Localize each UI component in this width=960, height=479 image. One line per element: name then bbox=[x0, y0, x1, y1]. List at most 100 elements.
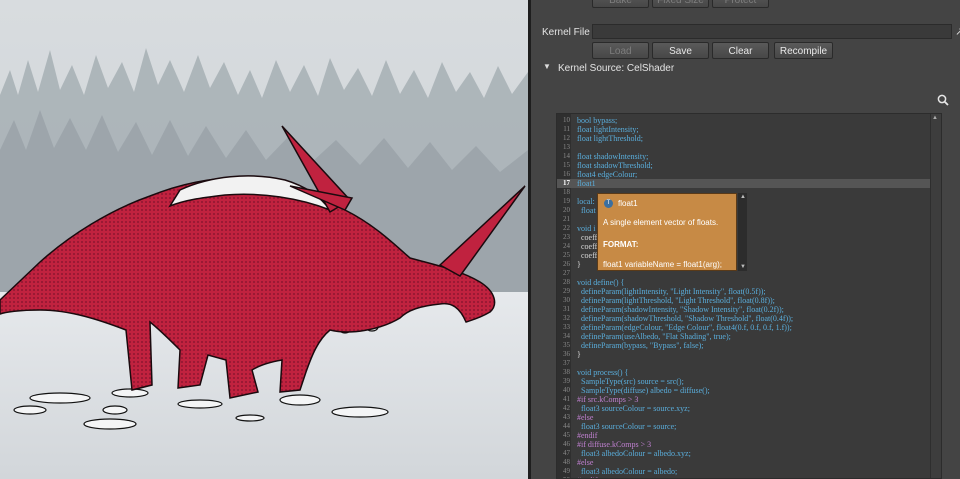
code-text: void define() { bbox=[577, 278, 625, 287]
code-line[interactable]: 34 defineParam(useAlbedo, "Flat Shading"… bbox=[557, 332, 933, 341]
code-text: void i bbox=[577, 224, 596, 233]
render-image bbox=[0, 0, 528, 479]
line-number: 23 bbox=[563, 233, 570, 241]
code-text: float bbox=[577, 206, 596, 215]
code-editor[interactable]: 10 bool bypass; 11 float lightIntensity; 12 f… bbox=[556, 113, 942, 479]
bake-button[interactable]: Bake bbox=[592, 0, 649, 8]
editor-scrollbar[interactable]: ▲ bbox=[930, 114, 941, 478]
code-text: float3 albedoColour = albedo.xyz; bbox=[577, 449, 691, 458]
protect-button[interactable]: Protect bbox=[712, 0, 769, 8]
code-line[interactable]: 16 float4 edgeColour; bbox=[557, 170, 933, 179]
line-number: 49 bbox=[563, 467, 570, 475]
code-line[interactable]: 14 float shadowIntensity; bbox=[557, 152, 933, 161]
code-line[interactable]: 11 float lightIntensity; bbox=[557, 125, 933, 134]
tooltip-scrollbar[interactable]: ▲ ▼ bbox=[738, 193, 747, 271]
line-number: 24 bbox=[563, 242, 570, 250]
line-number: 48 bbox=[563, 458, 570, 466]
save-button[interactable]: Save bbox=[652, 42, 709, 59]
tooltip-scroll-down-icon[interactable]: ▼ bbox=[740, 264, 746, 270]
code-line[interactable]: 37 bbox=[557, 359, 933, 368]
line-number: 40 bbox=[563, 386, 570, 394]
code-text: #if diffuse.kComps > 3 bbox=[577, 440, 652, 449]
line-number: 41 bbox=[563, 395, 570, 403]
kernel-file-input[interactable] bbox=[592, 24, 952, 39]
line-number: 10 bbox=[563, 116, 570, 124]
line-number: 11 bbox=[563, 125, 570, 133]
autocomplete-tooltip: T float1 A single element vector of floa… bbox=[597, 193, 737, 271]
scroll-up-icon[interactable]: ▲ bbox=[932, 115, 938, 121]
code-line[interactable]: 35 defineParam(bypass, "Bypass", false); bbox=[557, 341, 933, 350]
code-line[interactable]: 48 #else bbox=[557, 458, 933, 467]
code-line[interactable]: 32 defineParam(shadowThreshold, "Shadow … bbox=[557, 314, 933, 323]
kernel-source-label: Kernel Source: CelShader bbox=[558, 63, 675, 74]
line-number: 27 bbox=[563, 269, 570, 277]
code-line[interactable]: 49 float3 albedoColour = albedo; bbox=[557, 467, 933, 476]
code-text: local: bbox=[577, 197, 595, 206]
line-number: 21 bbox=[563, 215, 570, 223]
line-number: 20 bbox=[563, 206, 570, 214]
code-text: SampleType(diffuse) albedo = diffuse(); bbox=[577, 386, 710, 395]
line-number: 36 bbox=[563, 350, 570, 358]
code-line[interactable]: 30 defineParam(lightThreshold, "Light Th… bbox=[557, 296, 933, 305]
fixed-size-button[interactable]: Fixed Size bbox=[652, 0, 709, 8]
line-number: 42 bbox=[563, 404, 570, 412]
code-line[interactable]: 12 float lightThreshold; bbox=[557, 134, 933, 143]
code-line[interactable]: 43 #else bbox=[557, 413, 933, 422]
tooltip-usage: float1 variableName = float1(arg); bbox=[603, 260, 722, 269]
code-line[interactable]: 17 float1 bbox=[557, 179, 933, 188]
code-text: SampleType(src) source = src(); bbox=[577, 377, 684, 386]
line-number: 15 bbox=[563, 161, 570, 169]
code-line[interactable]: 10 bool bypass; bbox=[557, 116, 933, 125]
recompile-button[interactable]: Recompile bbox=[774, 42, 833, 59]
line-number: 44 bbox=[563, 422, 570, 430]
line-number: 29 bbox=[563, 287, 570, 295]
code-text: #else bbox=[577, 458, 594, 467]
code-line[interactable]: 44 float3 sourceColour = source; bbox=[557, 422, 933, 431]
code-line[interactable]: 13 bbox=[557, 143, 933, 152]
code-line[interactable]: 29 defineParam(lightIntensity, "Light In… bbox=[557, 287, 933, 296]
code-text: float3 sourceColour = source; bbox=[577, 422, 677, 431]
line-number: 33 bbox=[563, 323, 570, 331]
code-text: defineParam(shadowIntensity, "Shadow Int… bbox=[577, 305, 784, 314]
code-text: float1 bbox=[577, 179, 596, 188]
code-text: float lightIntensity; bbox=[577, 125, 639, 134]
file-browse-icon[interactable]: ↗ bbox=[955, 25, 960, 38]
code-text: #else bbox=[577, 413, 594, 422]
code-line[interactable]: 39 SampleType(src) source = src(); bbox=[557, 377, 933, 386]
line-number: 38 bbox=[563, 368, 570, 376]
code-text: coeff bbox=[577, 242, 598, 251]
code-line[interactable]: 28 void define() { bbox=[557, 278, 933, 287]
load-button[interactable]: Load bbox=[592, 42, 649, 59]
code-line[interactable]: 33 defineParam(edgeColour, "Edge Colour"… bbox=[557, 323, 933, 332]
code-line[interactable]: 47 float3 albedoColour = albedo.xyz; bbox=[557, 449, 933, 458]
code-line[interactable]: 42 float3 sourceColour = source.xyz; bbox=[557, 404, 933, 413]
line-number: 46 bbox=[563, 440, 570, 448]
code-line[interactable]: 40 SampleType(diffuse) albedo = diffuse(… bbox=[557, 386, 933, 395]
code-line[interactable]: 31 defineParam(shadowIntensity, "Shadow … bbox=[557, 305, 933, 314]
line-number: 30 bbox=[563, 296, 570, 304]
tooltip-scroll-up-icon[interactable]: ▲ bbox=[740, 194, 746, 200]
code-line[interactable]: 46 #if diffuse.kComps > 3 bbox=[557, 440, 933, 449]
code-text: float shadowIntensity; bbox=[577, 152, 649, 161]
tooltip-format-label: FORMAT: bbox=[603, 240, 639, 249]
code-line[interactable]: 41 #if src.kComps > 3 bbox=[557, 395, 933, 404]
image-viewer[interactable] bbox=[0, 0, 528, 479]
code-line[interactable]: 38 void process() { bbox=[557, 368, 933, 377]
tooltip-description: A single element vector of floats. bbox=[603, 218, 719, 227]
collapse-triangle-icon[interactable]: ▼ bbox=[543, 62, 551, 71]
line-number: 32 bbox=[563, 314, 570, 322]
line-number: 18 bbox=[563, 188, 570, 196]
line-number: 47 bbox=[563, 449, 570, 457]
line-number: 19 bbox=[563, 197, 570, 205]
line-number: 37 bbox=[563, 359, 570, 367]
search-icon[interactable] bbox=[937, 94, 949, 106]
code-text: float3 sourceColour = source.xyz; bbox=[577, 404, 690, 413]
code-line[interactable]: 45 #endif bbox=[557, 431, 933, 440]
code-text: float lightThreshold; bbox=[577, 134, 643, 143]
code-line[interactable]: 15 float shadowThreshold; bbox=[557, 161, 933, 170]
clear-button[interactable]: Clear bbox=[712, 42, 769, 59]
line-number: 45 bbox=[563, 431, 570, 439]
code-line[interactable]: 36} bbox=[557, 350, 933, 359]
kernel-file-label: Kernel File bbox=[542, 27, 590, 38]
line-number: 13 bbox=[563, 143, 570, 151]
